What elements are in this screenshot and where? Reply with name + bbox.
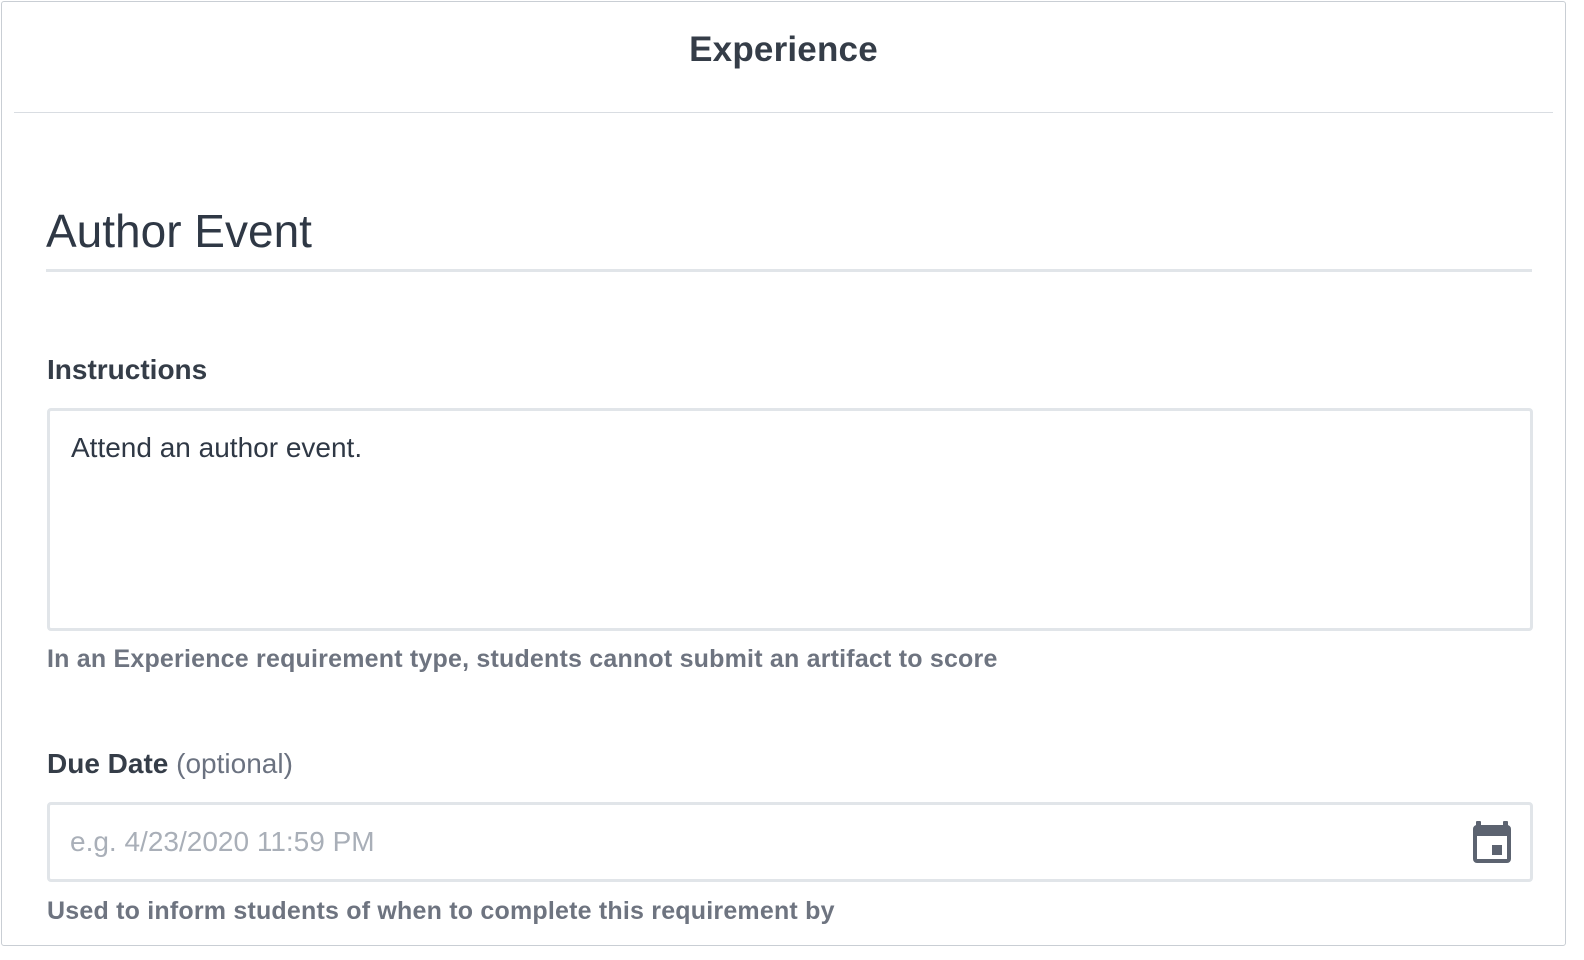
- page-title: Experience: [689, 30, 878, 69]
- due-date-label: Due Date (optional): [47, 748, 293, 780]
- instructions-textarea[interactable]: Attend an author event.: [47, 408, 1533, 631]
- calendar-button[interactable]: [1472, 820, 1512, 864]
- instructions-help-text: In an Experience requirement type, stude…: [47, 645, 998, 673]
- instructions-label: Instructions: [47, 354, 208, 385]
- calendar-icon: [1473, 821, 1511, 863]
- panel-header: Experience: [14, 2, 1553, 113]
- optional-label: (optional): [176, 748, 293, 779]
- due-date-label-text: Due Date: [47, 748, 169, 779]
- experience-panel: Experience Instructions Attend an author…: [1, 1, 1566, 946]
- title-input[interactable]: [46, 192, 1532, 272]
- due-date-help-text: Used to inform students of when to compl…: [47, 897, 835, 925]
- due-date-field: [47, 802, 1533, 882]
- due-date-input[interactable]: [70, 805, 1450, 879]
